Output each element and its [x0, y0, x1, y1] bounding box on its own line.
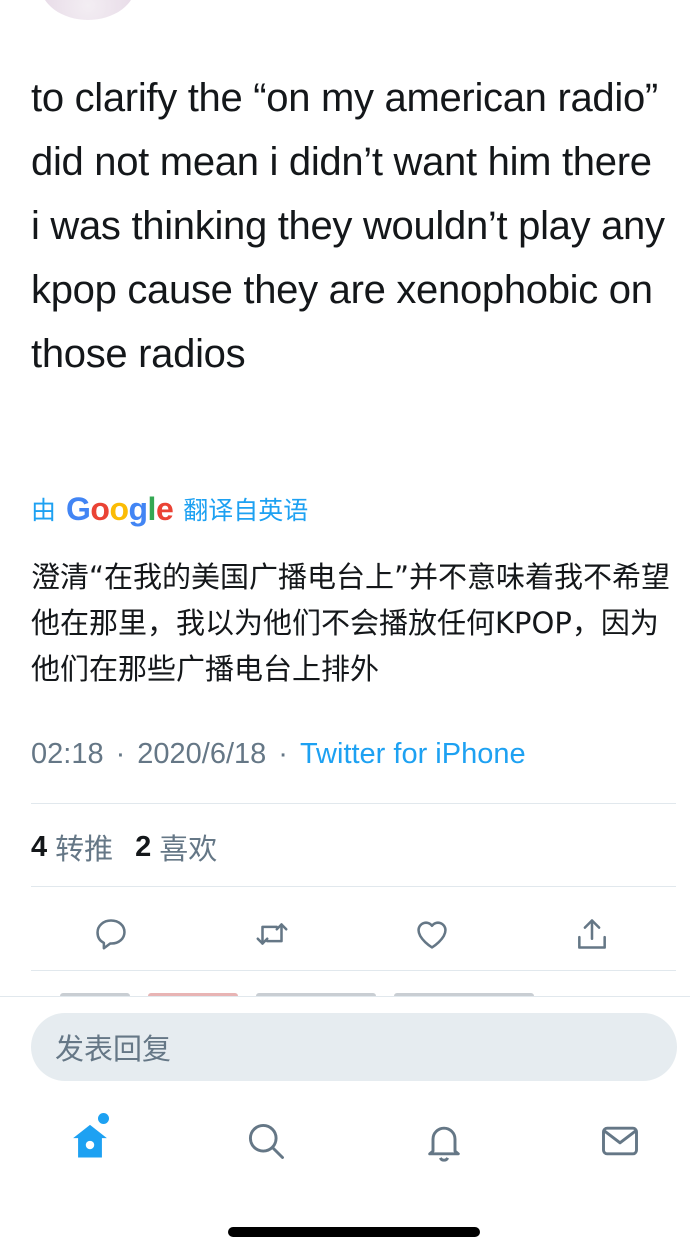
retweet-icon [256, 923, 288, 945]
tab-home[interactable] [66, 1117, 114, 1165]
tab-search[interactable] [242, 1117, 290, 1165]
reply-icon [96, 919, 126, 950]
avatar[interactable] [40, 0, 136, 20]
tweet-date: 2020/6/18 [137, 738, 267, 770]
home-icon [73, 1124, 107, 1158]
translated-by-suffix: 翻译自英语 [183, 497, 309, 525]
search-icon [248, 1123, 284, 1159]
like-icon [417, 921, 447, 949]
divider [31, 803, 676, 804]
divider [31, 970, 676, 971]
retweet-count[interactable]: 4 [31, 831, 47, 864]
like-count[interactable]: 2 [135, 831, 151, 864]
tweet-source-link[interactable]: Twitter for iPhone [300, 738, 526, 771]
google-logo: Google [66, 490, 174, 527]
home-indicator[interactable] [228, 1227, 480, 1237]
retweet-button[interactable] [250, 912, 294, 956]
reply-button[interactable] [89, 912, 133, 956]
tweet-stats: 4 转推 2 喜欢 [31, 826, 217, 868]
reply-input[interactable]: 发表回复 [31, 1013, 677, 1081]
tab-notifications[interactable] [420, 1117, 468, 1165]
tweet-meta: 02:18 · 2020/6/18 · Twitter for iPhone [31, 738, 526, 771]
share-icon [578, 919, 606, 949]
bottom-bar: 发表回复 [0, 996, 690, 1253]
translated-by: 由 Google 翻译自英语 [31, 488, 308, 530]
meta-separator: · [278, 738, 288, 770]
tweet-time: 02:18 [31, 738, 104, 770]
like-label[interactable]: 喜欢 [159, 826, 217, 868]
tweet-actions [0, 906, 690, 960]
tab-messages[interactable] [596, 1117, 644, 1165]
reply-placeholder: 发表回复 [55, 1032, 172, 1066]
translated-text: 澄清“在我的美国广播电台上”并不意味着我不希望他在那里，我以为他们不会播放任何K… [31, 560, 671, 686]
tweet-text: to clarify the “on my american radio” di… [31, 76, 665, 376]
retweet-label[interactable]: 转推 [55, 826, 113, 868]
translated-by-prefix: 由 [31, 497, 57, 525]
share-button[interactable] [570, 912, 614, 956]
notifications-icon [428, 1126, 460, 1162]
like-button[interactable] [410, 912, 454, 956]
notification-dot [98, 1113, 109, 1124]
messages-icon [602, 1126, 638, 1156]
meta-separator: · [115, 738, 126, 770]
divider [31, 886, 676, 887]
